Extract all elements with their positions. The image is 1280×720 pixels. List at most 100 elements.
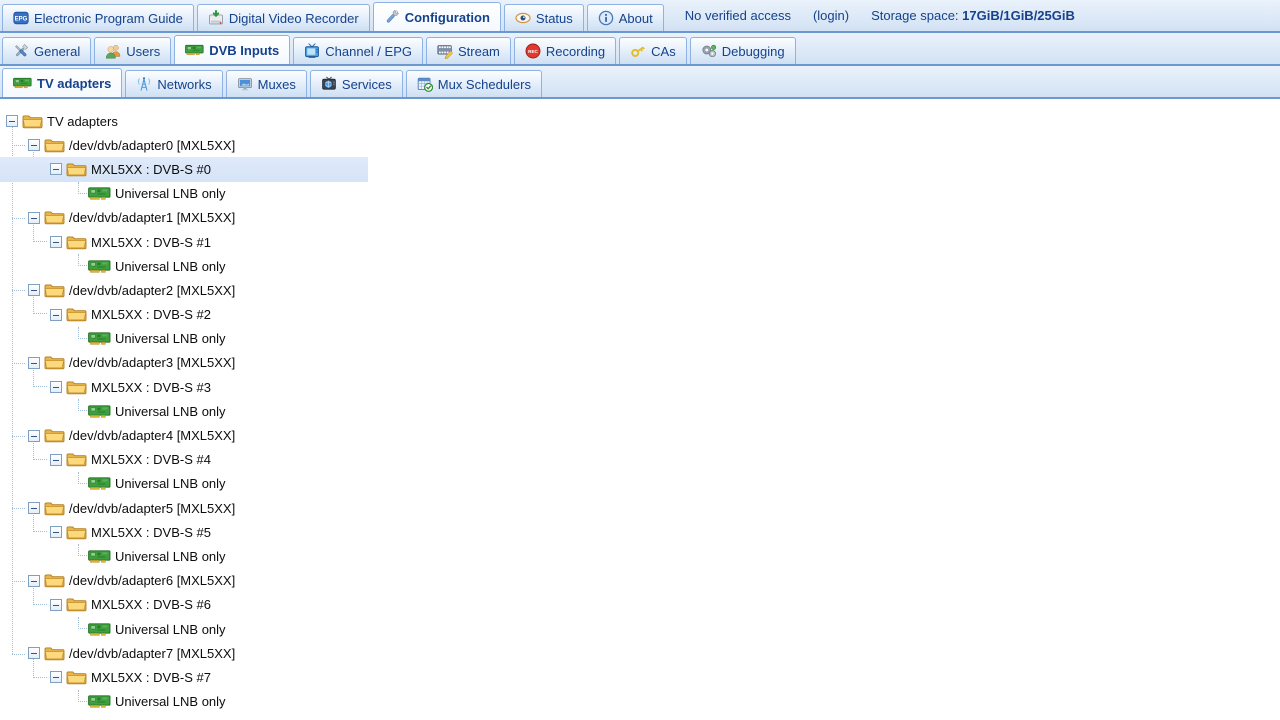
collapse-icon[interactable]	[28, 647, 40, 659]
tab-services[interactable]: Services	[310, 70, 403, 97]
tree-elbow-line	[78, 254, 87, 266]
collapse-icon[interactable]	[6, 115, 18, 127]
collapse-icon[interactable]	[28, 212, 40, 224]
tab-label: Debugging	[722, 44, 785, 59]
tab-label: Configuration	[405, 10, 490, 25]
tree-row-tuner[interactable]: MXL5XX : DVB-S #3	[0, 375, 1280, 399]
collapse-icon[interactable]	[50, 526, 62, 538]
tab-label: Services	[342, 77, 392, 92]
tab-recording[interactable]: Recording	[514, 37, 616, 64]
collapse-icon[interactable]	[50, 454, 62, 466]
tab-electronic-program-guide[interactable]: Electronic Program Guide	[2, 4, 194, 31]
collapse-icon[interactable]	[50, 599, 62, 611]
tab-stream[interactable]: Stream	[426, 37, 511, 64]
tree-row-lnb[interactable]: Universal LNB only	[0, 690, 1280, 714]
tree-node-label: /dev/dvb/adapter1 [MXL5XX]	[69, 210, 235, 225]
tree-row-adapter[interactable]: /dev/dvb/adapter2 [MXL5XX]	[0, 278, 1280, 302]
login-link[interactable]: (login)	[813, 8, 849, 23]
tree-row-adapter[interactable]: /dev/dvb/adapter0 [MXL5XX]	[0, 133, 1280, 157]
tab-digital-video-recorder[interactable]: Digital Video Recorder	[197, 4, 370, 31]
pci-card-icon	[88, 477, 111, 490]
collapse-icon[interactable]	[50, 381, 62, 393]
tree-row-adapter[interactable]: /dev/dvb/adapter6 [MXL5XX]	[0, 569, 1280, 593]
collapse-icon[interactable]	[28, 284, 40, 296]
collapse-icon[interactable]	[28, 139, 40, 151]
collapse-icon[interactable]	[50, 309, 62, 321]
tab-label: Status	[536, 11, 573, 26]
tree-node-label: MXL5XX : DVB-S #1	[91, 235, 211, 250]
folder-icon	[66, 670, 87, 685]
tab-status[interactable]: Status	[504, 4, 584, 31]
pci-card-icon	[88, 405, 111, 418]
pci-card-icon	[88, 332, 111, 345]
collapse-icon[interactable]	[50, 236, 62, 248]
tab-mux-schedulers[interactable]: Mux Schedulers	[406, 70, 542, 97]
tree-node-label: /dev/dvb/adapter0 [MXL5XX]	[69, 138, 235, 153]
tab-tv-adapters[interactable]: TV adapters	[2, 68, 122, 97]
tree-row-tuner[interactable]: MXL5XX : DVB-S #6	[0, 593, 1280, 617]
folder-icon	[44, 138, 65, 153]
tree-row-lnb[interactable]: Universal LNB only	[0, 617, 1280, 641]
tree-row-adapter[interactable]: /dev/dvb/adapter7 [MXL5XX]	[0, 641, 1280, 665]
tree-row-lnb[interactable]: Universal LNB only	[0, 544, 1280, 568]
tab-cas[interactable]: CAs	[619, 37, 687, 64]
tab-dvb-inputs[interactable]: DVB Inputs	[174, 35, 290, 64]
collapse-icon[interactable]	[50, 671, 62, 683]
tree-row-root[interactable]: TV adapters	[0, 109, 1280, 133]
dvr-icon	[208, 10, 224, 26]
tree-row-tuner[interactable]: MXL5XX : DVB-S #7	[0, 665, 1280, 689]
tab-debugging[interactable]: Debugging	[690, 37, 796, 64]
tree-elbow-line	[78, 544, 87, 556]
tree-row-tuner[interactable]: MXL5XX : DVB-S #2	[0, 303, 1280, 327]
tree-row-tuner-selected[interactable]: MXL5XX : DVB-S #0	[0, 157, 1280, 181]
collapse-icon[interactable]	[28, 575, 40, 587]
tab-label: TV adapters	[37, 76, 111, 91]
tree-node-label: MXL5XX : DVB-S #2	[91, 307, 211, 322]
tree-row-adapter[interactable]: /dev/dvb/adapter5 [MXL5XX]	[0, 496, 1280, 520]
wrench-icon	[384, 9, 400, 25]
tab-label: DVB Inputs	[209, 43, 279, 58]
tree-row-adapter[interactable]: /dev/dvb/adapter3 [MXL5XX]	[0, 351, 1280, 375]
tab-channel-epg[interactable]: Channel / EPG	[293, 37, 423, 64]
tree-node-label: /dev/dvb/adapter6 [MXL5XX]	[69, 573, 235, 588]
collapse-icon[interactable]	[28, 502, 40, 514]
tree-row-lnb[interactable]: Universal LNB only	[0, 254, 1280, 278]
folder-icon	[66, 380, 87, 395]
folder-icon	[44, 283, 65, 298]
tree-node-label: Universal LNB only	[115, 549, 226, 564]
folder-icon	[66, 162, 87, 177]
tv-adapters-tree: TV adapters /dev/dvb/adapter0 [MXL5XX] M…	[0, 99, 1280, 715]
tab-label: Mux Schedulers	[438, 77, 531, 92]
tree-row-tuner[interactable]: MXL5XX : DVB-S #1	[0, 230, 1280, 254]
tree-row-lnb[interactable]: Universal LNB only	[0, 182, 1280, 206]
users-icon	[105, 43, 121, 59]
antenna-icon	[136, 76, 152, 92]
tab-muxes[interactable]: Muxes	[226, 70, 307, 97]
collapse-icon[interactable]	[50, 163, 62, 175]
tab-about[interactable]: About	[587, 4, 664, 31]
tab-networks[interactable]: Networks	[125, 70, 222, 97]
eye-icon	[515, 10, 531, 26]
tree-node-label: /dev/dvb/adapter5 [MXL5XX]	[69, 501, 235, 516]
tree-row-tuner[interactable]: MXL5XX : DVB-S #4	[0, 448, 1280, 472]
tree-elbow-line	[78, 327, 87, 339]
tab-general[interactable]: General	[2, 37, 91, 64]
tree-row-lnb[interactable]: Universal LNB only	[0, 399, 1280, 423]
tree-row-lnb[interactable]: Universal LNB only	[0, 472, 1280, 496]
tree-row-tuner[interactable]: MXL5XX : DVB-S #5	[0, 520, 1280, 544]
tree-row-adapter[interactable]: /dev/dvb/adapter1 [MXL5XX]	[0, 206, 1280, 230]
tree-row-adapter[interactable]: /dev/dvb/adapter4 [MXL5XX]	[0, 423, 1280, 447]
gears-icon	[701, 43, 717, 59]
tree-node-label: /dev/dvb/adapter7 [MXL5XX]	[69, 646, 235, 661]
folder-icon	[44, 646, 65, 661]
tree-node-label: Universal LNB only	[115, 331, 226, 346]
tree-row-lnb[interactable]: Universal LNB only	[0, 327, 1280, 351]
collapse-icon[interactable]	[28, 357, 40, 369]
tab-configuration[interactable]: Configuration	[373, 2, 501, 31]
collapse-icon[interactable]	[28, 430, 40, 442]
folder-icon	[22, 114, 43, 129]
tab-users[interactable]: Users	[94, 37, 171, 64]
pci-card-icon	[88, 550, 111, 563]
dvb-inputs-tab-bar: TV adapters Networks Muxes Services Mux …	[0, 66, 1280, 99]
tree-elbow-line	[78, 617, 87, 629]
